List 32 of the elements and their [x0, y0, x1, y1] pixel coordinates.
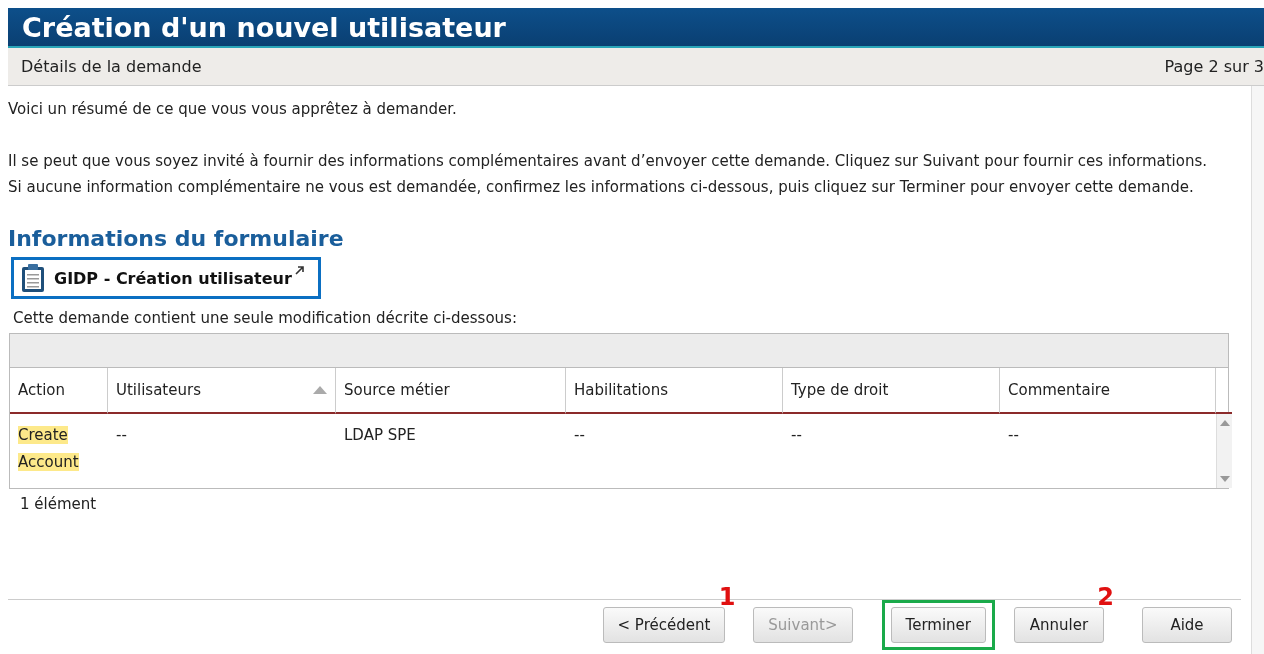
intro-paragraph: Si aucune information complémentaire ne vous est demandée, confirmez les informations ci-dessous, puis cliquez sur Terminer pour envoyer cette demande. [8, 177, 1195, 198]
scrollbar[interactable] [1251, 86, 1264, 654]
window-title: Création d'un nouvel utilisateur [8, 8, 1264, 48]
scroll-up-icon[interactable] [1219, 420, 1230, 426]
column-header[interactable]: Habilitations [566, 368, 783, 414]
intro-paragraph: Il se peut que vous soyez invité à fournir des informations complémentaires avant d’envoyer cette demande. Cliquez sur Suivant pour fournir ces informations. [8, 151, 1209, 172]
table-cell-text: -- [1007, 425, 1020, 446]
table-cell-text: -- [115, 425, 128, 446]
item-count: 1 élément [19, 494, 98, 513]
table-cell-text: Create Account [17, 425, 80, 473]
column-header[interactable]: Type de droit [783, 368, 1000, 414]
page-indicator: Page 2 sur 3 [1164, 57, 1264, 76]
wizard-button[interactable]: Annuler [1014, 607, 1104, 643]
subheader-title: Détails de la demande [21, 57, 202, 76]
wizard-button[interactable]: Aide [1142, 607, 1232, 643]
table-description: Cette demande contient une seule modification décrite ci-dessous: [13, 309, 518, 327]
intro-paragraph: Voici un résumé de ce que vous vous apprêtez à demander. [8, 99, 458, 120]
scroll-down-icon[interactable] [1219, 476, 1230, 482]
section-title: Informations du formulaire [8, 226, 345, 251]
column-header[interactable]: Commentaire [1000, 368, 1216, 414]
external-link-icon [294, 266, 304, 275]
form-link[interactable]: GIDP - Création utilisateur [11, 257, 321, 299]
table-scrollbar[interactable] [1216, 414, 1232, 488]
column-header[interactable]: Action [10, 368, 108, 414]
wizard-button[interactable]: < Précédent [602, 607, 726, 643]
column-header[interactable]: Source métier [336, 368, 566, 414]
wizard-button[interactable]: Terminer [890, 607, 986, 643]
table-cell-text: LDAP SPE [343, 425, 417, 446]
table-cell-text: -- [573, 425, 586, 446]
clipboard-icon [20, 263, 46, 293]
table-cell-text: -- [790, 425, 803, 446]
column-header[interactable]: Utilisateurs [108, 368, 336, 414]
